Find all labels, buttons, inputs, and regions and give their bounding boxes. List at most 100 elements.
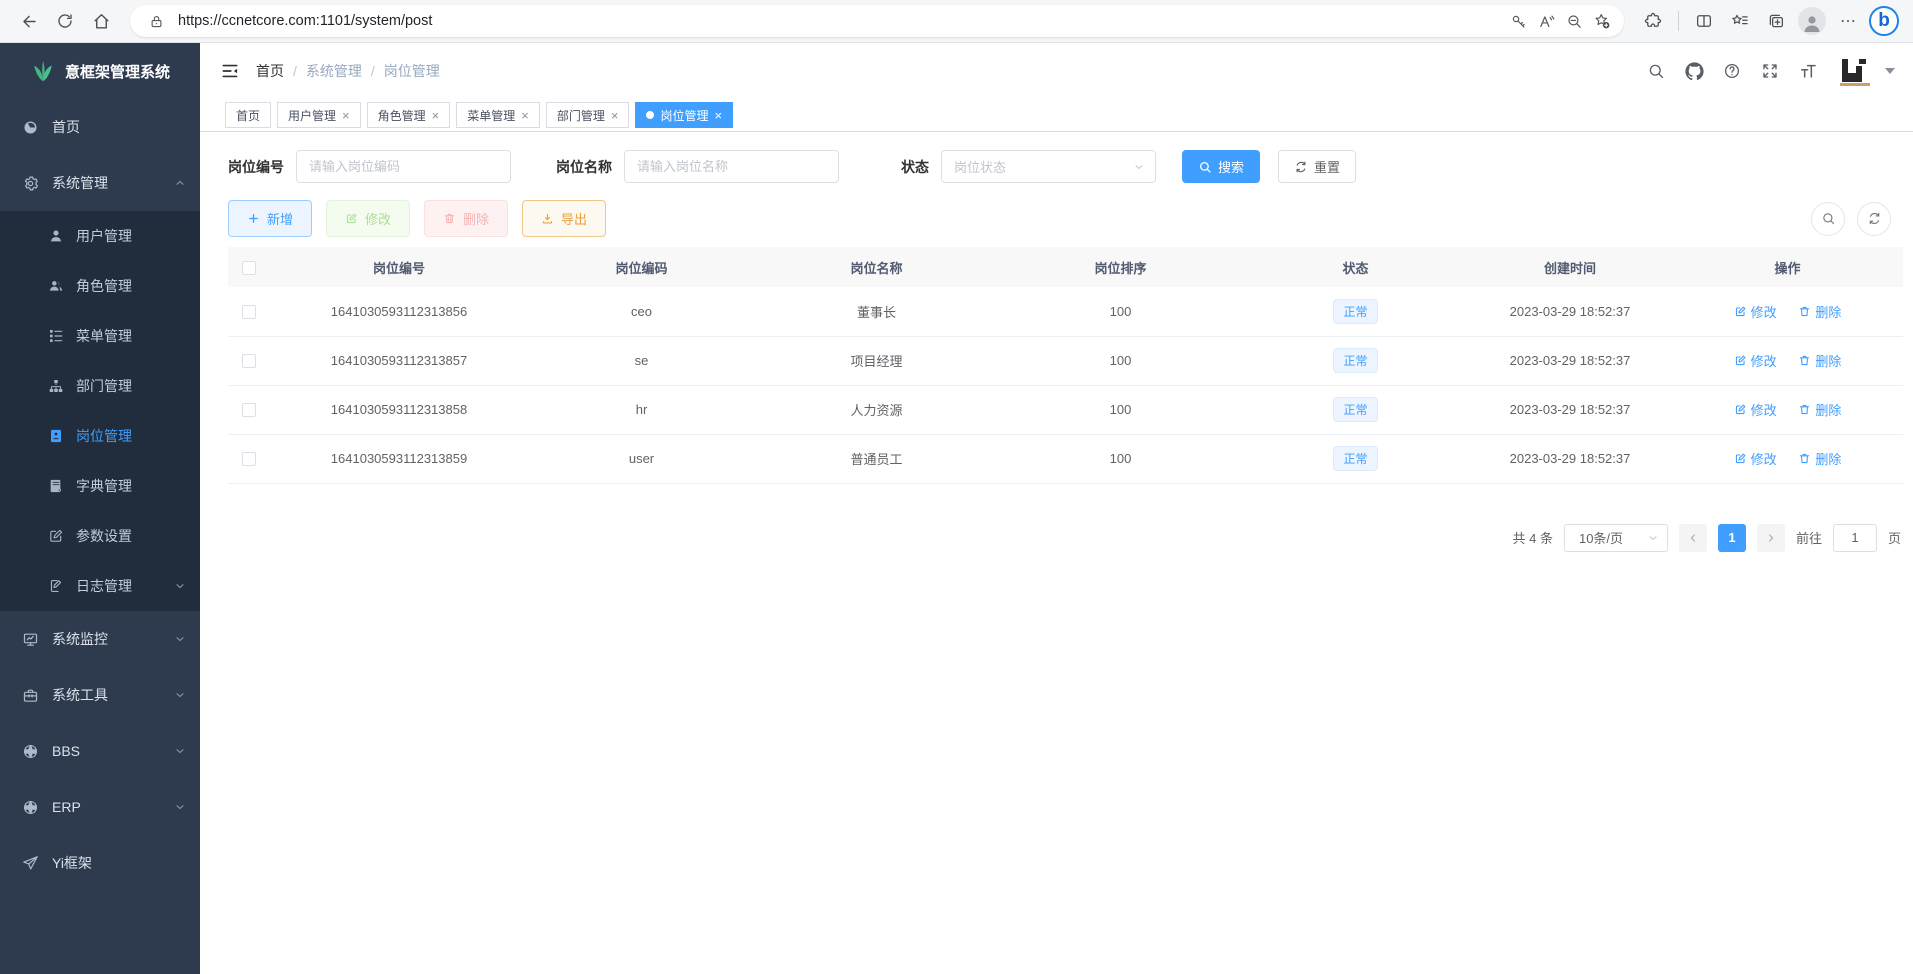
home-icon[interactable] [84,5,118,37]
sidebar-item-roles[interactable]: 角色管理 [0,261,200,311]
chevron-down-icon [1133,161,1145,173]
row-checkbox[interactable] [242,403,256,417]
sidebar-item-yi-framework[interactable]: Yi框架 [0,835,200,891]
tab-label: 首页 [236,107,260,124]
url-text[interactable]: https://ccnetcore.com:1101/system/post [170,13,1504,29]
zoom-out-icon[interactable] [1560,7,1588,35]
sidebar-item-users[interactable]: 用户管理 [0,211,200,261]
row-checkbox[interactable] [242,452,256,466]
post-code-input[interactable] [296,150,511,183]
read-aloud-icon[interactable] [1532,7,1560,35]
key-icon[interactable] [1504,7,1532,35]
sidebar-item-bbs[interactable]: BBS [0,723,200,779]
avatar-caret-icon[interactable] [1885,68,1895,74]
prev-page-button[interactable] [1679,524,1707,552]
close-icon[interactable]: × [432,109,440,122]
sidebar-item-label: BBS [52,743,80,759]
sidebar-collapse-icon[interactable] [220,61,240,81]
refresh-icon[interactable] [48,5,82,37]
sidebar-item-erp[interactable]: ERP [0,779,200,835]
browser-menu-icon[interactable] [1831,5,1865,37]
row-delete-link[interactable]: 删除 [1798,351,1841,370]
cell-post-name: 普通员工 [755,434,998,483]
user-avatar-logo[interactable] [1839,56,1871,86]
sidebar-item-tools[interactable]: 系统工具 [0,667,200,723]
bing-chat-icon[interactable]: b [1867,5,1901,37]
goto-page-input[interactable] [1833,524,1877,552]
sidebar-item-label: 系统管理 [52,173,108,193]
address-bar[interactable]: https://ccnetcore.com:1101/system/post [130,5,1624,37]
row-delete-link[interactable]: 删除 [1798,449,1841,468]
tab-posts-active[interactable]: 岗位管理 × [635,102,733,128]
font-size-icon[interactable] [1793,56,1823,86]
tab-menus[interactable]: 菜单管理 × [456,102,540,128]
tab-home[interactable]: 首页 [225,102,271,128]
sidebar-item-system[interactable]: 系统管理 [0,155,200,211]
sidebar-item-label: 系统工具 [52,685,108,705]
tab-roles[interactable]: 角色管理 × [367,102,451,128]
table-tools [1811,202,1903,236]
tab-departments[interactable]: 部门管理 × [546,102,630,128]
favorite-star-icon[interactable] [1588,7,1616,35]
extensions-icon[interactable] [1636,5,1670,37]
sidebar-item-label: 角色管理 [76,276,132,296]
table-row[interactable]: 1641030593112313857 se 项目经理 100 正常 2023-… [228,336,1903,385]
column-header-name: 岗位名称 [755,247,998,287]
sidebar-item-label: ERP [52,799,81,815]
row-edit-link[interactable]: 修改 [1734,449,1777,468]
close-icon[interactable]: × [342,109,350,122]
sidebar-item-home[interactable]: 首页 [0,99,200,155]
toggle-search-icon[interactable] [1811,202,1845,236]
refresh-reset-icon [1294,160,1308,174]
cell-post-name: 人力资源 [755,385,998,434]
row-delete-link[interactable]: 删除 [1798,302,1841,321]
collections-icon[interactable] [1759,5,1793,37]
sidebar-item-posts[interactable]: 岗位管理 [0,411,200,461]
delete-button-disabled[interactable]: 删除 [424,200,508,237]
sidebar-item-monitoring[interactable]: 系统监控 [0,611,200,667]
split-screen-icon[interactable] [1687,5,1721,37]
edit-button-label: 修改 [365,209,391,228]
book-icon [48,478,64,494]
row-checkbox[interactable] [242,305,256,319]
sidebar-item-parameters[interactable]: 参数设置 [0,511,200,561]
close-icon[interactable]: × [611,109,619,122]
breadcrumb-home[interactable]: 首页 [256,61,284,81]
table-row[interactable]: 1641030593112313858 hr 人力资源 100 正常 2023-… [228,385,1903,434]
row-edit-link[interactable]: 修改 [1734,302,1777,321]
favorites-bar-icon[interactable] [1723,5,1757,37]
fullscreen-icon[interactable] [1755,56,1785,86]
close-icon[interactable]: × [521,109,529,122]
help-icon[interactable] [1717,56,1747,86]
add-button[interactable]: 新增 [228,200,312,237]
row-checkbox[interactable] [242,354,256,368]
sidebar-item-logs[interactable]: 日志管理 [0,561,200,611]
profile-avatar[interactable] [1795,5,1829,37]
status-label: 状态 [901,157,929,177]
sidebar-item-menus[interactable]: 菜单管理 [0,311,200,361]
row-delete-link[interactable]: 删除 [1798,400,1841,419]
table-row[interactable]: 1641030593112313859 user 普通员工 100 正常 202… [228,434,1903,483]
row-edit-link[interactable]: 修改 [1734,400,1777,419]
column-header-actions: 操作 [1672,247,1903,287]
status-select[interactable]: 岗位状态 [941,150,1156,183]
table-row[interactable]: 1641030593112313856 ceo 董事长 100 正常 2023-… [228,287,1903,336]
next-page-button[interactable] [1757,524,1785,552]
post-name-input[interactable] [624,150,839,183]
back-icon[interactable] [12,5,46,37]
refresh-table-icon[interactable] [1857,202,1891,236]
row-edit-link[interactable]: 修改 [1734,351,1777,370]
tab-users[interactable]: 用户管理 × [277,102,361,128]
sidebar-item-departments[interactable]: 部门管理 [0,361,200,411]
export-button[interactable]: 导出 [522,200,606,237]
github-icon[interactable] [1679,56,1709,86]
select-all-checkbox[interactable] [242,261,256,275]
page-size-select[interactable]: 10条/页 [1564,524,1668,552]
edit-button-disabled[interactable]: 修改 [326,200,410,237]
close-icon[interactable]: × [714,109,722,122]
header-search-icon[interactable] [1641,56,1671,86]
search-button[interactable]: 搜索 [1182,150,1260,183]
page-number-current[interactable]: 1 [1718,524,1746,552]
reset-button[interactable]: 重置 [1278,150,1356,183]
sidebar-item-dictionary[interactable]: 字典管理 [0,461,200,511]
